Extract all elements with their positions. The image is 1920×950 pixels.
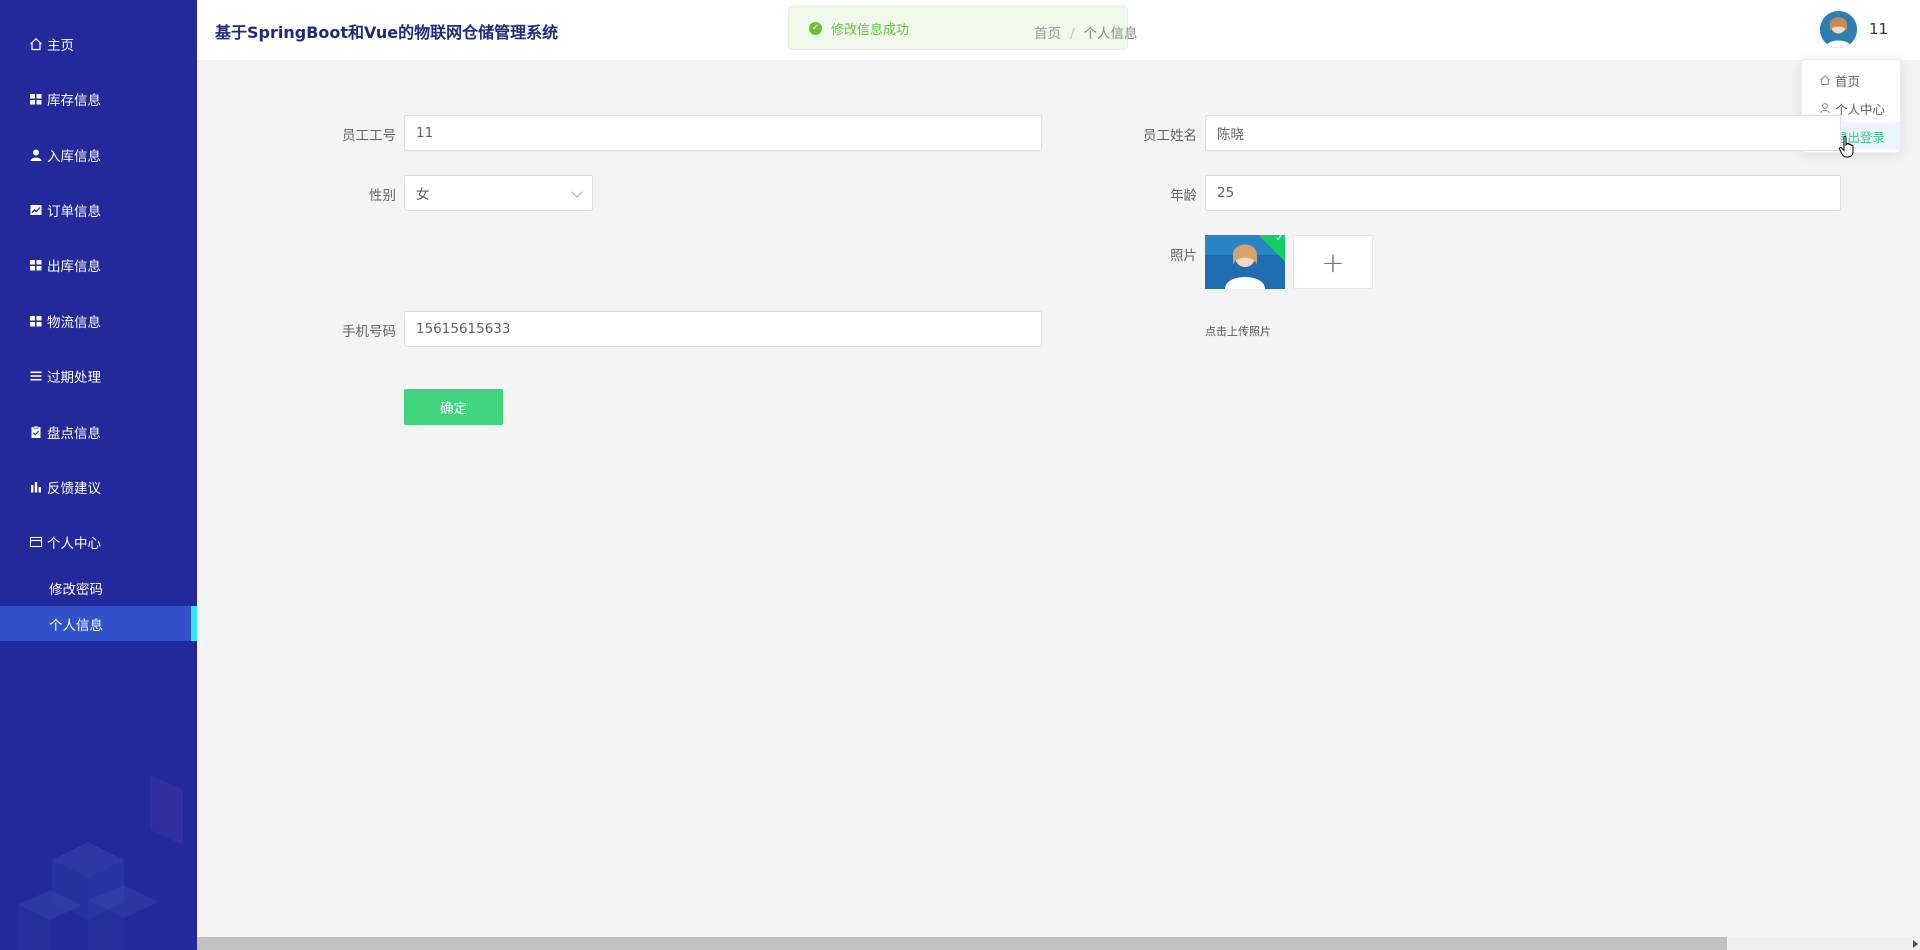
sidebar-item-label: 出库信息 <box>47 259 101 275</box>
clipboard-icon <box>29 425 43 439</box>
toast-message: 修改信息成功 <box>831 22 910 38</box>
confirm-button[interactable]: 确定 <box>404 389 503 425</box>
chart-box-icon <box>29 203 43 217</box>
sidebar-item-stocktake[interactable]: 盘点信息 <box>0 412 197 452</box>
sidebar-item-label: 库存信息 <box>47 93 101 109</box>
sidebar-item-logistics[interactable]: 物流信息 <box>0 301 197 341</box>
chevron-down-icon <box>571 186 583 198</box>
bar-chart-icon <box>29 480 43 494</box>
breadcrumb-separator: / <box>1070 26 1075 42</box>
sidebar-item-inbound[interactable]: 入库信息 <box>0 135 197 175</box>
sidebar-item-label: 个人中心 <box>47 536 101 552</box>
sidebar-item-label: 盘点信息 <box>47 426 101 442</box>
grid-icon <box>29 258 43 272</box>
gender-select[interactable]: 女 <box>404 175 593 211</box>
sidebar-subitem-personal-info[interactable]: 个人信息 <box>0 606 197 641</box>
dropdown-item-label: 首页 <box>1835 73 1861 89</box>
sidebar-item-label: 物流信息 <box>47 315 101 331</box>
phone-label: 手机号码 <box>342 324 396 340</box>
breadcrumb-current: 个人信息 <box>1083 26 1138 42</box>
sidebar-item-outbound[interactable]: 出库信息 <box>0 245 197 285</box>
age-label: 年龄 <box>1170 188 1197 204</box>
breadcrumb-home[interactable]: 首页 <box>1034 26 1061 42</box>
photo-upload-button[interactable]: + <box>1293 235 1373 289</box>
dropdown-item-label: 退出登录 <box>1835 129 1886 145</box>
home-icon <box>1819 74 1831 86</box>
sidebar-subitem-label: 个人信息 <box>49 617 103 634</box>
sidebar-item-label: 过期处理 <box>47 370 101 386</box>
sidebar-item-label: 主页 <box>47 38 74 54</box>
user-icon <box>1819 102 1831 114</box>
grid-icon <box>29 92 43 106</box>
dropdown-item-home[interactable]: 首页 <box>1802 66 1900 94</box>
employee-no-label: 员工工号 <box>342 128 396 144</box>
breadcrumb: 首页 / 个人信息 <box>1034 22 1138 42</box>
sidebar-item-inventory[interactable]: 库存信息 <box>0 79 197 119</box>
age-input[interactable]: 25 <box>1205 175 1841 211</box>
uploaded-photo[interactable]: ✓ <box>1205 235 1285 289</box>
sidebar-item-label: 反馈建议 <box>47 481 101 497</box>
sidebar: 主页 库存信息 入库信息 订单信息 出库信息 物流信息 过期处理 盘点信息 反馈… <box>0 0 197 950</box>
grid-icon <box>29 314 43 328</box>
list-icon <box>29 369 43 383</box>
card-icon <box>29 535 43 549</box>
username[interactable]: 11 <box>1869 20 1888 38</box>
employee-name-input[interactable]: 陈晓 <box>1205 115 1841 151</box>
user-avatar[interactable] <box>1820 11 1857 48</box>
sidebar-subitem-label: 修改密码 <box>49 581 103 598</box>
sidebar-item-home[interactable]: 主页 <box>0 24 197 64</box>
scroll-right-arrow-icon[interactable] <box>1913 940 1918 948</box>
sidebar-item-label: 入库信息 <box>47 149 101 165</box>
user-icon <box>29 148 43 162</box>
sidebar-item-label: 订单信息 <box>47 204 101 220</box>
gender-label: 性别 <box>369 188 396 204</box>
dropdown-item-label: 个人中心 <box>1835 101 1886 117</box>
plus-icon: + <box>1321 245 1345 279</box>
check-icon: ✓ <box>1275 235 1284 244</box>
top-header: 基于SpringBoot和Vue的物联网仓储管理系统 ✓ 修改信息成功 首页 / 个… <box>197 0 1920 60</box>
employee-name-label: 员工姓名 <box>1143 128 1197 144</box>
check-circle-icon: ✓ <box>809 21 822 35</box>
phone-input[interactable]: 15615615633 <box>404 311 1042 347</box>
horizontal-scrollbar[interactable] <box>197 937 1920 950</box>
sidebar-item-feedback[interactable]: 反馈建议 <box>0 467 197 507</box>
app-title: 基于SpringBoot和Vue的物联网仓储管理系统 <box>215 23 559 42</box>
upload-tip: 点击上传照片 <box>1205 325 1271 338</box>
gender-value: 女 <box>416 187 430 203</box>
sidebar-item-orders[interactable]: 订单信息 <box>0 190 197 230</box>
sidebar-decoration <box>18 775 183 950</box>
home-icon <box>29 37 43 51</box>
scrollbar-thumb[interactable] <box>197 937 1727 950</box>
employee-no-input[interactable]: 11 <box>404 115 1042 151</box>
sidebar-item-expired[interactable]: 过期处理 <box>0 356 197 396</box>
sidebar-subitem-change-password[interactable]: 修改密码 <box>0 570 197 605</box>
photo-label: 照片 <box>1170 248 1197 264</box>
sidebar-item-personal-center[interactable]: 个人中心 <box>0 522 197 562</box>
